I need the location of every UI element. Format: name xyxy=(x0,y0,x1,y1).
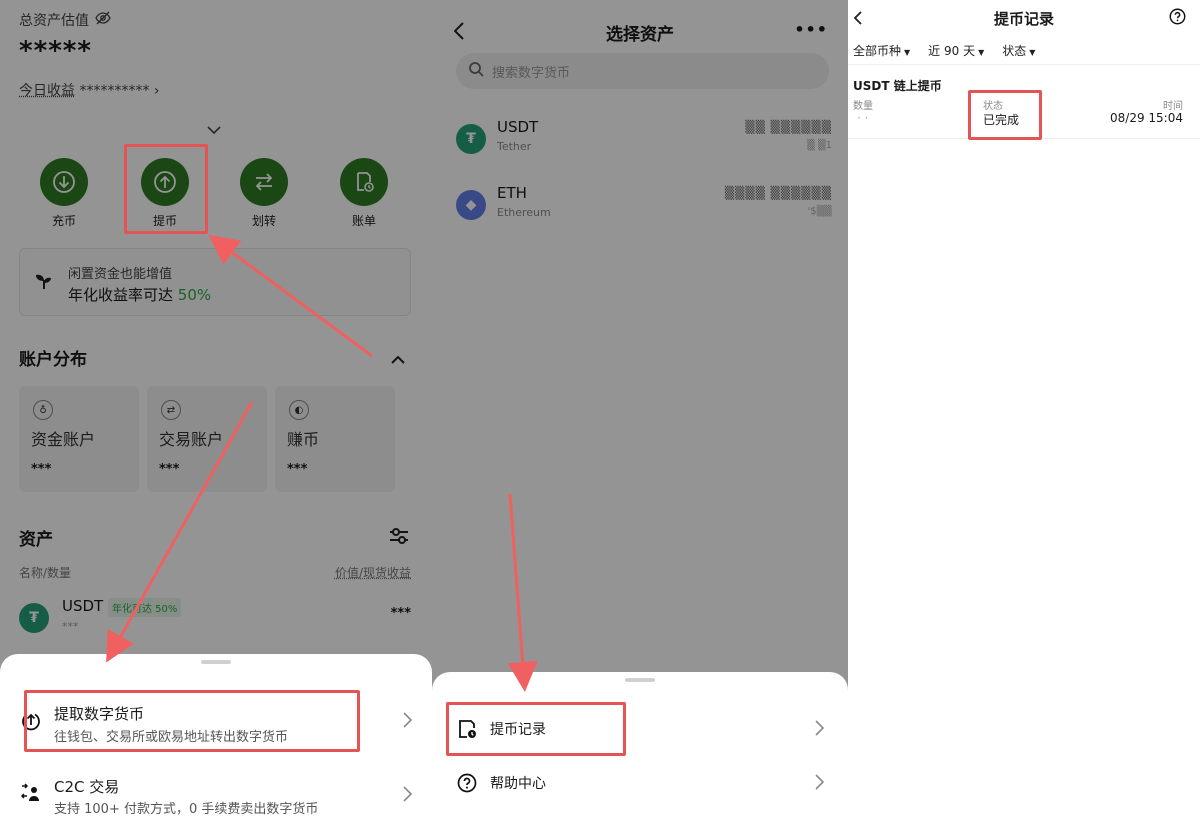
withdraw-history-panel: 提币记录 全部币种 ▼ 近 90 天 ▼ 状态 ▼ USDT 链上提币 数量 · · … xyxy=(848,0,1200,838)
help-question-icon[interactable] xyxy=(1169,8,1186,29)
page-title: 提币记录 xyxy=(993,10,1054,28)
caret-down-icon: ▼ xyxy=(904,48,911,57)
filter-status[interactable]: 状态 ▼ xyxy=(1002,42,1035,59)
filter-bar: 全部币种 ▼ 近 90 天 ▼ 状态 ▼ xyxy=(853,42,1035,59)
assets-overview-panel: 总资产估值 ***** 今日收益 ********** › 充币 提币 划转 账… xyxy=(0,0,432,838)
status-badge: 已完成 xyxy=(983,113,1020,127)
divider xyxy=(848,64,1200,65)
caret-down-icon: ▼ xyxy=(978,48,985,57)
filter-coin[interactable]: 全部币种 ▼ xyxy=(853,42,910,59)
select-asset-panel: 选择资产 ••• 搜索数字货币 ₮ USDT Tether ▒▒ ▒▒▒▒▒▒ … xyxy=(432,0,848,838)
empty-area xyxy=(848,428,1200,838)
annotation-arrows xyxy=(106,234,373,663)
filter-period[interactable]: 近 90 天 ▼ xyxy=(928,42,984,59)
annotation-arrow xyxy=(507,493,538,692)
divider xyxy=(848,138,1200,139)
caret-down-icon: ▼ xyxy=(1029,48,1036,57)
